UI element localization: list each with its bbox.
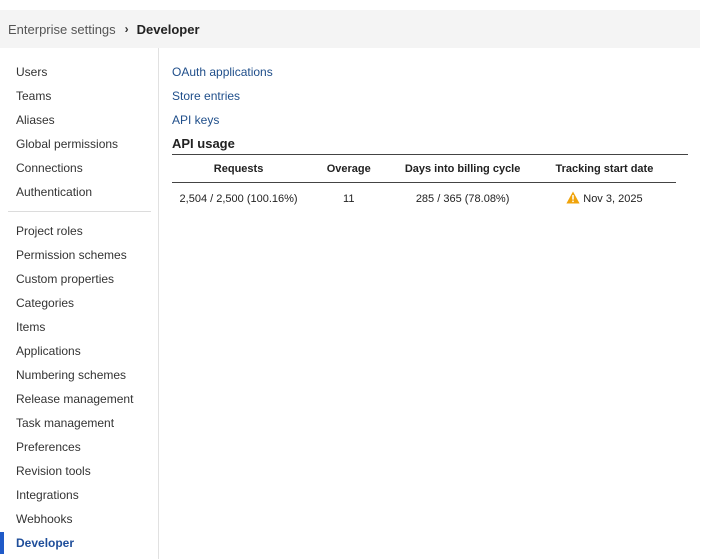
- requests-cell: 2,504 / 2,500 (100.16%): [179, 193, 298, 205]
- table-header-row: Requests Overage Days into billing cycle…: [172, 155, 676, 183]
- sidebar-item-teams[interactable]: Teams: [0, 84, 159, 108]
- sidebar-item-project-roles[interactable]: Project roles: [0, 219, 159, 243]
- sidebar-item-release-management[interactable]: Release management: [0, 387, 159, 411]
- sidebar-group-primary: Users Teams Aliases Global permissions C…: [0, 60, 159, 204]
- breadcrumb-enterprise-settings-link[interactable]: Enterprise settings: [8, 22, 116, 37]
- oauth-applications-link[interactable]: OAuth applications: [172, 60, 692, 84]
- api-usage-table: Requests Overage Days into billing cycle…: [172, 154, 688, 215]
- sidebar-item-connections[interactable]: Connections: [0, 156, 159, 180]
- sidebar-item-webhooks[interactable]: Webhooks: [0, 507, 159, 531]
- sidebar-item-custom-properties[interactable]: Custom properties: [0, 267, 159, 291]
- tracking-start-date-cell: Nov 3, 2025: [533, 183, 676, 216]
- days-cell: 285 / 365 (78.08%): [415, 193, 510, 205]
- column-header-requests: Requests: [172, 155, 306, 183]
- sidebar: Users Teams Aliases Global permissions C…: [0, 48, 159, 559]
- breadcrumb-current: Developer: [136, 21, 200, 37]
- api-keys-link[interactable]: API keys: [172, 108, 692, 132]
- overage-cell: 11: [343, 193, 355, 205]
- table-row: 2,504 / 2,500 (100.16%) 11 285 / 365 (78…: [172, 183, 676, 216]
- sidebar-item-authentication[interactable]: Authentication: [0, 180, 159, 204]
- sidebar-item-integrations[interactable]: Integrations: [0, 483, 159, 507]
- main-content: OAuth applications Store entries API key…: [172, 60, 692, 215]
- sidebar-item-aliases[interactable]: Aliases: [0, 108, 159, 132]
- breadcrumb: Enterprise settings › Developer: [0, 10, 700, 48]
- sidebar-item-preferences[interactable]: Preferences: [0, 435, 159, 459]
- sidebar-group-secondary: Project roles Permission schemes Custom …: [0, 219, 159, 555]
- sidebar-item-developer[interactable]: Developer: [0, 531, 159, 555]
- warning-triangle-icon: [566, 191, 580, 207]
- sidebar-item-global-permissions[interactable]: Global permissions: [0, 132, 159, 156]
- sidebar-item-numbering-schemes[interactable]: Numbering schemes: [0, 363, 159, 387]
- breadcrumb-chevron-icon: ›: [124, 22, 129, 36]
- sidebar-divider: [8, 211, 151, 212]
- sidebar-item-task-management[interactable]: Task management: [0, 411, 159, 435]
- sidebar-item-permission-schemes[interactable]: Permission schemes: [0, 243, 159, 267]
- sidebar-item-applications[interactable]: Applications: [0, 339, 159, 363]
- sidebar-item-users[interactable]: Users: [0, 60, 159, 84]
- sidebar-item-items[interactable]: Items: [0, 315, 159, 339]
- sidebar-item-categories[interactable]: Categories: [0, 291, 159, 315]
- page: Enterprise settings › Developer Users Te…: [0, 0, 710, 559]
- store-entries-link[interactable]: Store entries: [172, 84, 692, 108]
- column-header-overage: Overage: [305, 155, 393, 183]
- column-header-tracking-start-date: Tracking start date: [532, 155, 676, 183]
- api-usage-title: API usage: [172, 136, 235, 151]
- sidebar-item-revision-tools[interactable]: Revision tools: [0, 459, 159, 483]
- column-header-days-into-billing-cycle: Days into billing cycle: [392, 155, 533, 183]
- tracking-start-date: Nov 3, 2025: [583, 193, 643, 205]
